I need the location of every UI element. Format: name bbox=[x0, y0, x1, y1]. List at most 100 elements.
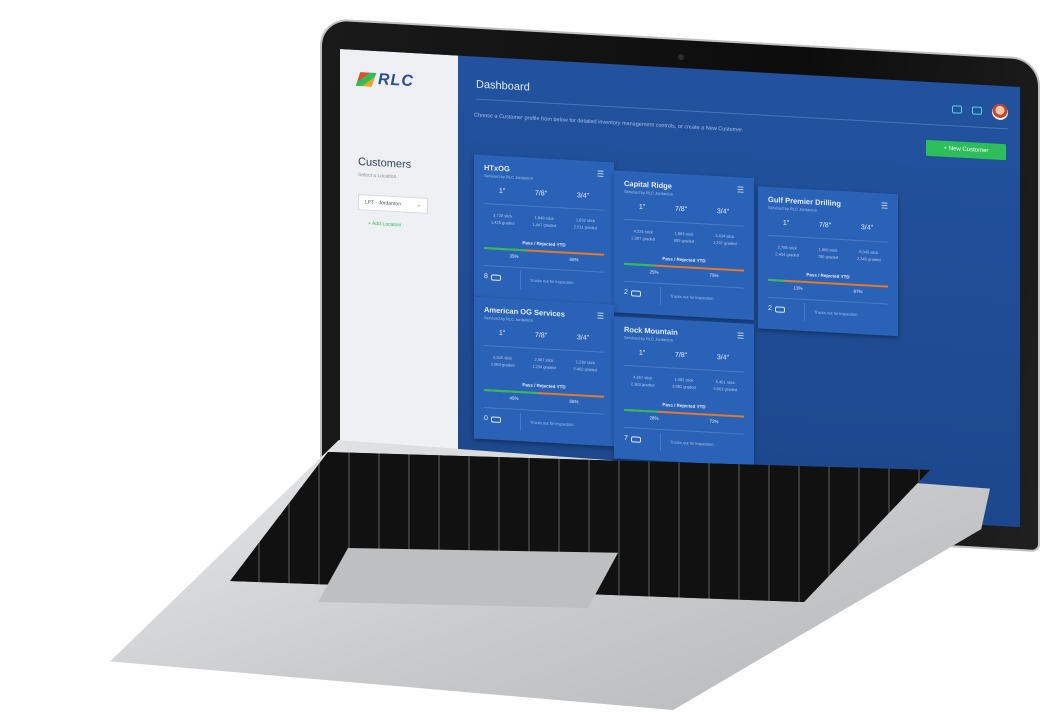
size-stat: 2,786 stick 2,454 graded bbox=[775, 243, 799, 258]
divider bbox=[804, 302, 805, 322]
divider bbox=[624, 218, 744, 227]
size-3-4: 3/4" bbox=[576, 334, 590, 342]
graded-count: 1,234 graded bbox=[532, 363, 556, 371]
customer-card[interactable]: Capital Ridge Serviced by RLC Jordanton … bbox=[614, 170, 754, 321]
intro-text: Choose a Customer profile from below for… bbox=[474, 112, 744, 134]
trackpad bbox=[318, 548, 618, 608]
size-1: 1" bbox=[638, 203, 646, 212]
size-stat: 4,224 stick 2,387 graded bbox=[631, 227, 655, 242]
size-stats: 3,720 stick 1,425 graded 1,648 stick 1,4… bbox=[482, 211, 606, 232]
customer-card[interactable]: HTxOG Serviced by RLC Jordanton ☰ 1" 7/8… bbox=[474, 154, 614, 305]
pass-percent: 13% bbox=[793, 285, 803, 291]
camera bbox=[678, 53, 684, 61]
pass-fill bbox=[624, 262, 654, 267]
graded-count: 2,511 graded bbox=[573, 224, 598, 231]
graded-count: 1,447 graded bbox=[532, 221, 556, 229]
size-1: 1" bbox=[638, 349, 646, 358]
graded-count: 786 graded bbox=[817, 253, 839, 260]
size-stats: 4,367 stick 2,383 graded 1,082 stick 3,9… bbox=[622, 373, 746, 394]
logo[interactable]: RLC bbox=[355, 70, 414, 91]
pass-percent: 25% bbox=[649, 269, 659, 275]
messages-icon[interactable] bbox=[952, 105, 962, 114]
menu-icon[interactable]: ☰ bbox=[597, 311, 604, 320]
menu-icon[interactable]: ☰ bbox=[737, 331, 744, 340]
rejected-percent: 72% bbox=[709, 418, 719, 425]
truck-icon bbox=[490, 273, 501, 281]
new-customer-button[interactable]: + New Customer bbox=[926, 139, 1006, 161]
menu-icon[interactable]: ☰ bbox=[597, 169, 604, 178]
sidebar-title: Customers bbox=[358, 156, 412, 171]
size-7-8: 7/8" bbox=[534, 189, 548, 198]
size-stats: 4,224 stick 2,387 graded 1,883 stick 685… bbox=[622, 227, 746, 248]
divider bbox=[484, 203, 604, 211]
rejected-percent: 55% bbox=[569, 398, 579, 405]
size-headers: 1" 7/8" 3/4" bbox=[768, 219, 888, 233]
divider bbox=[768, 296, 888, 305]
logo-text: RLC bbox=[378, 71, 414, 91]
customer-card[interactable]: American OG Services Serviced by RLC Jor… bbox=[474, 296, 614, 447]
trucks-note: Trucks out for inspection bbox=[670, 439, 714, 447]
pass-fill bbox=[484, 389, 538, 395]
truck-icon bbox=[630, 289, 641, 297]
customer-card[interactable]: Gulf Premier Drilling Serviced by RLC Jo… bbox=[758, 186, 898, 337]
pass-percent: 35% bbox=[509, 253, 519, 259]
graded-count: 2,345 graded bbox=[856, 255, 881, 263]
graded-count: 2,383 graded bbox=[630, 381, 655, 388]
location-select[interactable]: LPT - Jordanton ⌄ bbox=[358, 194, 428, 214]
graded-count: 5,001 graded bbox=[713, 385, 738, 393]
size-7-8: 7/8" bbox=[534, 331, 548, 340]
truck-count: 0 bbox=[484, 415, 501, 423]
avatar[interactable] bbox=[992, 103, 1008, 121]
size-3-4: 3/4" bbox=[860, 224, 874, 232]
add-location-link[interactable]: + Add Location bbox=[368, 221, 401, 229]
size-stat: 5,451 stick 5,001 graded bbox=[714, 378, 738, 393]
truck-count: 7 bbox=[624, 435, 641, 443]
size-headers: 1" 7/8" 3/4" bbox=[484, 329, 604, 343]
size-7-8: 7/8" bbox=[818, 221, 832, 230]
size-stat: 1,883 stick 685 graded bbox=[674, 230, 694, 245]
graded-count: 3,982 graded bbox=[672, 383, 696, 390]
size-stat: 3,720 stick 1,425 graded bbox=[491, 211, 515, 226]
truck-count-value: 8 bbox=[484, 273, 488, 281]
pass-percent: 45% bbox=[509, 395, 519, 401]
size-7-8: 7/8" bbox=[674, 205, 688, 214]
divider bbox=[624, 280, 744, 289]
pass-fill bbox=[484, 247, 526, 252]
size-stats: 5,345 stick 2,983 graded 2,987 stick 1,2… bbox=[482, 353, 606, 374]
size-headers: 1" 7/8" 3/4" bbox=[624, 349, 744, 363]
pass-fill bbox=[624, 408, 658, 413]
size-1: 1" bbox=[782, 219, 790, 228]
size-stat: 1,238 stick 5,462 graded bbox=[574, 358, 598, 373]
size-1: 1" bbox=[498, 187, 506, 196]
truck-count-value: 7 bbox=[624, 434, 628, 443]
trucks-note: Trucks out for inspection bbox=[814, 309, 858, 317]
trucks-note: Trucks out for inspection bbox=[530, 277, 574, 286]
size-7-8: 7/8" bbox=[674, 351, 688, 360]
page-title: Dashboard bbox=[476, 78, 530, 94]
divider bbox=[660, 286, 661, 305]
size-3-4: 3/4" bbox=[716, 208, 730, 216]
graded-count: 2,454 graded bbox=[775, 251, 799, 258]
graded-count: 1,425 graded bbox=[490, 219, 515, 226]
logo-mark-icon bbox=[355, 72, 377, 87]
size-1: 1" bbox=[498, 329, 506, 338]
notifications-icon[interactable] bbox=[972, 106, 982, 115]
menu-icon[interactable]: ☰ bbox=[737, 185, 744, 194]
size-stat: 2,987 stick 1,234 graded bbox=[532, 356, 556, 371]
size-stat: 1,632 stick 2,511 graded bbox=[574, 216, 597, 231]
menu-icon[interactable]: ☰ bbox=[881, 201, 888, 210]
size-stat: 1,808 stick 786 graded bbox=[818, 246, 838, 261]
size-3-4: 3/4" bbox=[576, 192, 590, 200]
graded-count: 2,983 graded bbox=[490, 361, 515, 368]
divider bbox=[484, 407, 604, 415]
location-select-value: LPT - Jordanton bbox=[365, 199, 401, 208]
rejected-percent: 87% bbox=[853, 288, 863, 295]
graded-count: 685 graded bbox=[673, 237, 695, 244]
size-stat: 4,367 stick 2,383 graded bbox=[631, 373, 655, 388]
customer-name: HTxOG bbox=[484, 163, 510, 174]
divider bbox=[624, 426, 744, 435]
truck-count: 2 bbox=[768, 305, 785, 313]
size-stat: 5,345 stick 2,983 graded bbox=[491, 353, 515, 368]
truck-count-value: 0 bbox=[484, 415, 488, 423]
customer-card[interactable]: Rock Mountain Serviced by RLC Jordanton … bbox=[614, 316, 754, 467]
